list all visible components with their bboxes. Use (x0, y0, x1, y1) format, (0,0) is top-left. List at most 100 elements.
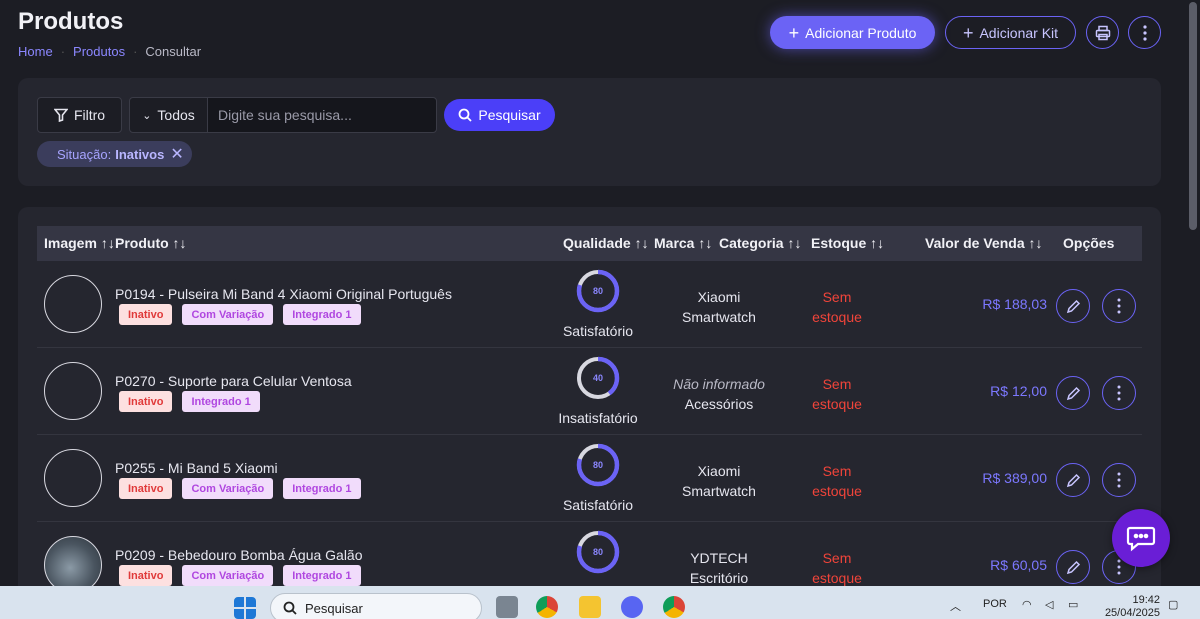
col-estoque[interactable]: Estoque ↑↓ (811, 235, 884, 251)
row-more-button[interactable] (1102, 376, 1136, 410)
category: Smartwatch (682, 309, 756, 325)
page-title: Produtos (18, 8, 124, 35)
quality-label: Satisfatório (562, 497, 634, 513)
search-panel: Filtro ⌄ Todos Pesquisar Situação: Inati… (18, 78, 1161, 186)
file-explorer-icon[interactable] (579, 596, 601, 618)
task-view-icon[interactable] (496, 596, 518, 618)
scope-select[interactable]: ⌄ Todos (129, 97, 208, 133)
edit-button[interactable] (1056, 550, 1090, 584)
more-options-button[interactable] (1128, 16, 1161, 49)
notification-icon[interactable]: ▢ (1168, 598, 1178, 611)
col-categoria[interactable]: Categoria ↑↓ (719, 235, 801, 251)
taskbar: Pesquisar ︿ POR ◠ ◁ ▭ 19:42 25/04/2025 ▢ (0, 586, 1200, 619)
more-vertical-icon (1117, 298, 1121, 314)
product-name[interactable]: P0194 - Pulseira Mi Band 4 Xiaomi Origin… (115, 286, 452, 302)
col-valor-venda[interactable]: Valor de Venda ↑↓ (925, 235, 1043, 251)
add-kit-button[interactable]: + Adicionar Kit (945, 16, 1076, 49)
stock-status: Sem estoque (812, 550, 862, 586)
col-opcoes: Opções (1063, 235, 1115, 251)
breadcrumb-home[interactable]: Home (18, 44, 53, 59)
close-icon[interactable]: ✕ (170, 144, 183, 164)
page-scrollbar[interactable] (1187, 0, 1200, 586)
brand: Não informado (673, 376, 765, 392)
pencil-icon (1066, 473, 1080, 487)
plus-icon: + (788, 22, 800, 43)
search-button[interactable]: Pesquisar (444, 99, 555, 131)
integration-badge: Integrado 1 (283, 565, 361, 586)
windows-start-icon[interactable] (234, 597, 256, 619)
status-badge: Inativo (119, 304, 173, 325)
add-product-button[interactable]: + Adicionar Produto (770, 16, 935, 49)
breadcrumb-current: Consultar (145, 44, 202, 59)
quality-score: 80 (592, 547, 603, 557)
brand-category: Xiaomi Smartwatch (657, 287, 781, 327)
col-produto[interactable]: Produto ↑↓ (115, 235, 187, 251)
col-imagem[interactable]: Imagem ↑↓ (44, 235, 115, 251)
chevron-up-icon[interactable]: ︿ (950, 598, 961, 614)
chat-bubble-icon (1126, 526, 1156, 552)
breadcrumb: Home · Produtos · Consultar (18, 44, 209, 59)
quality-label: Insatisfatório (558, 410, 638, 426)
discord-icon[interactable] (621, 596, 643, 618)
breadcrumb-separator: · (60, 44, 66, 59)
more-vertical-icon (1117, 559, 1121, 575)
scroll-thumb[interactable] (1189, 2, 1197, 230)
scope-label: Todos (157, 107, 195, 123)
print-button[interactable] (1086, 16, 1119, 49)
row-more-button[interactable] (1102, 289, 1136, 323)
chrome-icon[interactable] (536, 596, 558, 618)
table-row: P0194 - Pulseira Mi Band 4 Xiaomi Origin… (37, 261, 1142, 348)
more-vertical-icon (1142, 24, 1147, 41)
product-tags: Inativo Com Variação Integrado 1 (119, 565, 361, 586)
pencil-icon (1066, 299, 1080, 313)
search-icon (458, 108, 472, 122)
status-filter-chip: Situação: Inativos ✕ (37, 141, 192, 167)
variation-badge: Com Variação (182, 565, 274, 586)
battery-icon[interactable]: ▭ (1068, 598, 1078, 611)
chat-button[interactable] (1112, 509, 1170, 567)
breadcrumb-produtos[interactable]: Produtos (73, 44, 125, 59)
product-name[interactable]: P0270 - Suporte para Celular Ventosa (115, 373, 352, 389)
sale-price: R$ 12,00 (990, 383, 1047, 399)
brand-category: Não informado Acessórios (657, 374, 781, 414)
stock-status: Sem estoque (812, 463, 862, 499)
variation-badge: Com Variação (182, 478, 274, 499)
quality-score: 80 (592, 460, 603, 470)
product-tags: Inativo Com Variação Integrado 1 (119, 478, 361, 499)
brand-category: YDTECH Escritório (657, 548, 781, 588)
product-image (44, 449, 102, 507)
brand: Xiaomi (697, 289, 741, 305)
search-icon (283, 601, 297, 615)
quality-gauge: 80 (575, 442, 621, 488)
breadcrumb-separator: · (133, 44, 138, 59)
edit-button[interactable] (1056, 463, 1090, 497)
row-more-button[interactable] (1102, 463, 1136, 497)
col-qualidade[interactable]: Qualidade ↑↓ (563, 235, 649, 251)
product-name[interactable]: P0209 - Bebedouro Bomba Água Galão (115, 547, 363, 563)
brand: Xiaomi (697, 463, 741, 479)
status-badge: Inativo (119, 565, 173, 586)
chip-value: Inativos (115, 146, 165, 162)
search-button-label: Pesquisar (478, 107, 541, 123)
edit-button[interactable] (1056, 289, 1090, 323)
integration-badge: Integrado 1 (182, 391, 260, 412)
filter-icon (53, 108, 68, 122)
integration-badge: Integrado 1 (283, 304, 361, 325)
chrome-profile-icon[interactable] (663, 596, 685, 618)
volume-icon[interactable]: ◁ (1045, 598, 1053, 611)
filter-button[interactable]: Filtro (37, 97, 122, 133)
sale-price: R$ 60,05 (990, 557, 1047, 573)
edit-button[interactable] (1056, 376, 1090, 410)
language-indicator[interactable]: POR (983, 598, 1007, 610)
product-name[interactable]: P0255 - Mi Band 5 Xiaomi (115, 460, 278, 476)
quality-gauge: 40 (575, 355, 621, 401)
wifi-icon[interactable]: ◠ (1022, 598, 1032, 611)
printer-icon (1095, 25, 1110, 40)
variation-badge: Com Variação (182, 304, 274, 325)
search-input[interactable] (207, 97, 437, 133)
brand: YDTECH (690, 550, 748, 566)
integration-badge: Integrado 1 (283, 478, 361, 499)
taskbar-search[interactable]: Pesquisar (270, 593, 482, 619)
clock[interactable]: 19:42 25/04/2025 (1100, 594, 1160, 619)
col-marca[interactable]: Marca ↑↓ (654, 235, 712, 251)
